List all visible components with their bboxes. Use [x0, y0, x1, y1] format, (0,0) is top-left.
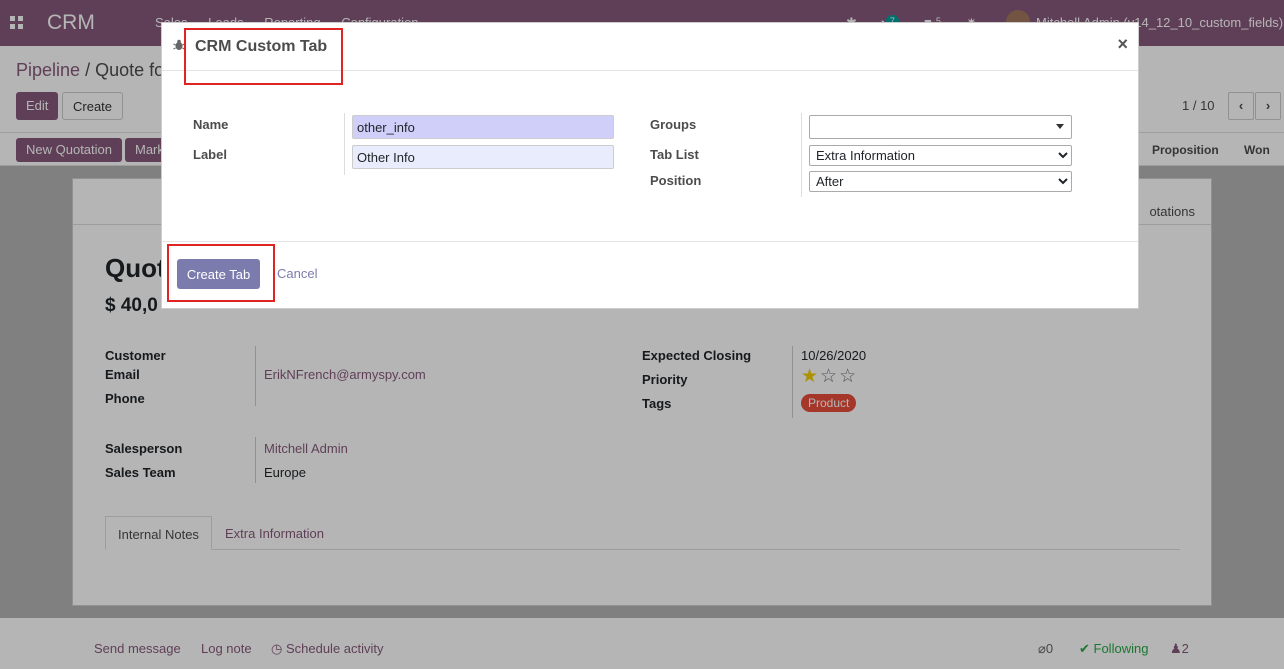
dialog-header: CRM Custom Tab ×	[162, 23, 1138, 85]
tab-list-label: Tab List	[650, 147, 699, 162]
label-input[interactable]	[352, 145, 614, 169]
field-separator	[801, 113, 802, 197]
name-label: Name	[193, 117, 229, 132]
create-button-highlight-box	[167, 244, 275, 302]
name-input[interactable]	[352, 115, 614, 139]
position-select[interactable]: After	[809, 171, 1072, 192]
position-label: Position	[650, 173, 702, 188]
title-highlight-box	[184, 28, 343, 85]
close-icon[interactable]: ×	[1117, 34, 1128, 55]
cancel-button[interactable]: Cancel	[277, 266, 317, 281]
groups-many2many-input[interactable]	[809, 115, 1072, 139]
caret-down-icon[interactable]	[1056, 124, 1064, 129]
field-separator	[344, 113, 345, 175]
groups-label: Groups	[650, 117, 697, 132]
tab-list-select[interactable]: Extra Information	[809, 145, 1072, 166]
dialog-footer: Create Tab Cancel	[162, 241, 1138, 308]
crm-custom-tab-dialog: CRM Custom Tab × Name Label Groups Tab L…	[161, 22, 1139, 309]
label-label: Label	[193, 147, 227, 162]
